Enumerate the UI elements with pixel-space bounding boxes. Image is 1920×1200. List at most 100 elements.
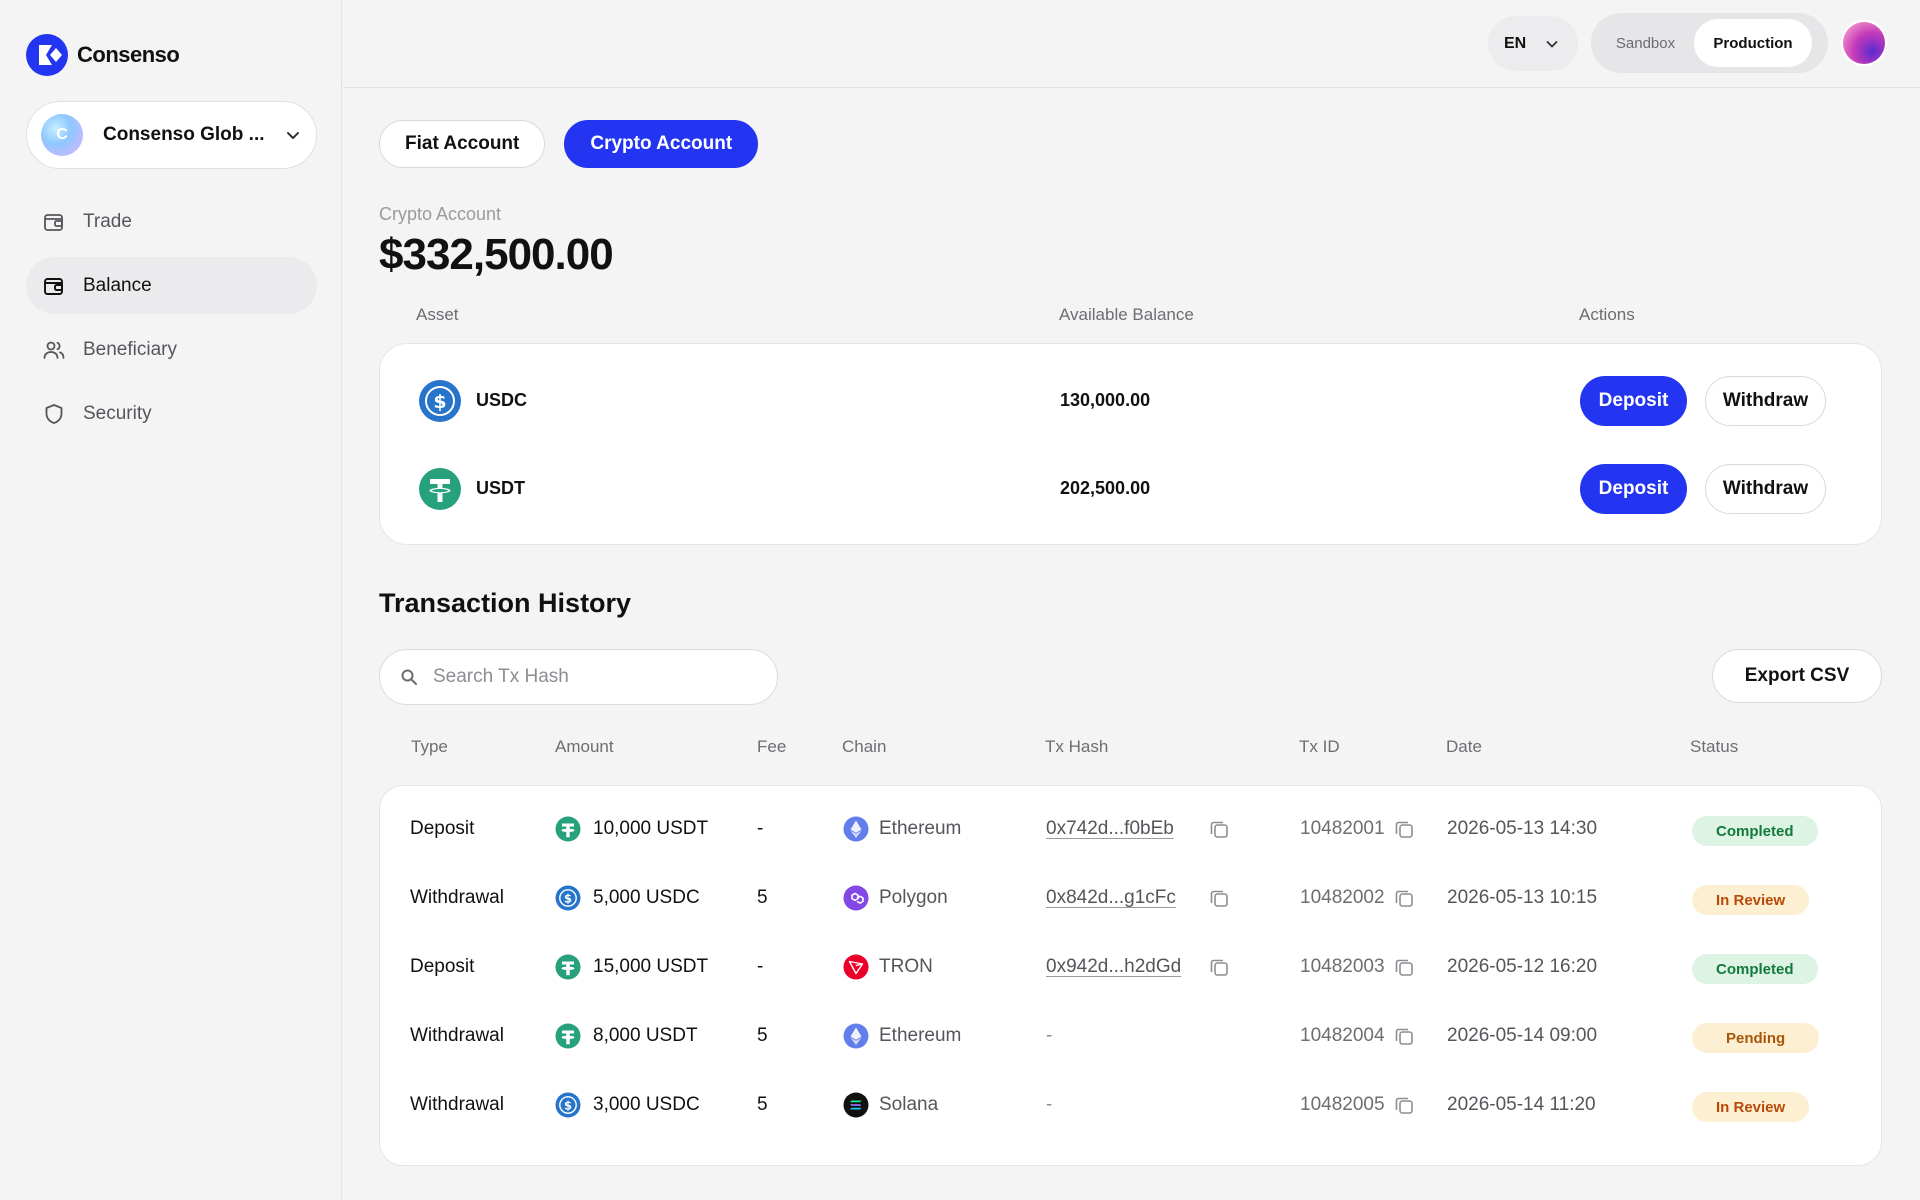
tx-chain-name: Solana bbox=[879, 1094, 939, 1115]
tx-amount-value: 15,000 USDT bbox=[593, 956, 709, 977]
tx-hash-link[interactable]: 0x942d...h2dGd bbox=[1046, 956, 1181, 978]
status-badge: Pending bbox=[1692, 1023, 1820, 1053]
tx-hash-link[interactable]: 0x742d...f0bEb bbox=[1046, 818, 1174, 840]
sidebar-item-beneficiary[interactable]: Beneficiary bbox=[26, 321, 317, 378]
transaction-history-title: Transaction History bbox=[379, 588, 632, 618]
tx-id: 10482005 bbox=[1300, 1094, 1415, 1116]
tx-id-value: 10482001 bbox=[1300, 818, 1385, 839]
status-badge: Completed bbox=[1692, 816, 1818, 846]
table-row[interactable]: Withdrawal 8,000 USDT 5 Ethereum - 10482… bbox=[380, 1007, 1881, 1067]
tab-fiat-account[interactable]: Fiat Account bbox=[379, 120, 546, 168]
withdraw-button[interactable]: Withdraw bbox=[1705, 464, 1826, 514]
tx-id-value: 10482004 bbox=[1300, 1025, 1385, 1046]
copy-icon[interactable] bbox=[1208, 956, 1230, 978]
tx-amount-value: 5,000 USDC bbox=[593, 887, 700, 908]
tx-id-value: 10482005 bbox=[1300, 1094, 1385, 1115]
tx-id: 10482002 bbox=[1300, 887, 1415, 909]
sidebar-nav: Trade Balance Beneficiary Security bbox=[26, 193, 317, 449]
tx-id: 10482001 bbox=[1300, 818, 1415, 840]
search-icon bbox=[401, 669, 417, 685]
account-tabs: Fiat Account Crypto Account bbox=[379, 120, 759, 168]
tx-hash-link[interactable]: 0x842d...g1cFc bbox=[1046, 887, 1176, 909]
account-total-balance: $332,500.00 bbox=[379, 230, 614, 279]
tx-type: Deposit bbox=[410, 818, 475, 839]
user-avatar[interactable] bbox=[1843, 22, 1885, 64]
tab-crypto-account[interactable]: Crypto Account bbox=[564, 120, 759, 168]
tx-date: 2026-05-13 10:15 bbox=[1447, 887, 1598, 908]
tx-hash-column-header: Tx Hash bbox=[1045, 737, 1109, 756]
svg-text:$: $ bbox=[564, 891, 572, 905]
tx-amount: $ 5,000 USDC bbox=[555, 885, 700, 911]
language-selector[interactable]: EN bbox=[1488, 16, 1578, 71]
tx-date: 2026-05-13 14:30 bbox=[1447, 818, 1598, 839]
account-label: Crypto Account bbox=[379, 204, 502, 224]
wallet-icon bbox=[44, 277, 63, 295]
table-row[interactable]: Withdrawal $ 5,000 USDC 5 Polygon 0x842d… bbox=[380, 869, 1881, 929]
deposit-button[interactable]: Deposit bbox=[1580, 464, 1687, 514]
deposit-button[interactable]: Deposit bbox=[1580, 376, 1687, 426]
copy-icon[interactable] bbox=[1393, 1094, 1415, 1116]
tx-amount-value: 10,000 USDT bbox=[593, 818, 709, 839]
tx-chain: TRON bbox=[843, 954, 933, 980]
tx-hash-search bbox=[379, 649, 778, 705]
tx-hash-empty: - bbox=[1046, 1025, 1053, 1046]
org-switcher[interactable]: C Consenso Glob ... bbox=[26, 101, 317, 169]
sidebar-item-trade[interactable]: Trade bbox=[26, 193, 317, 250]
search-input[interactable] bbox=[433, 666, 753, 688]
language-label: EN bbox=[1504, 34, 1527, 52]
table-row[interactable]: Deposit 10,000 USDT - Ethereum 0x742d...… bbox=[380, 800, 1881, 860]
env-sandbox-option[interactable]: Sandbox bbox=[1597, 19, 1694, 67]
sidebar-item-label: Security bbox=[83, 402, 152, 424]
copy-icon[interactable] bbox=[1393, 887, 1415, 909]
tx-date: 2026-05-12 16:20 bbox=[1447, 956, 1598, 977]
brand-logo[interactable]: Consenso bbox=[25, 33, 180, 77]
asset-available-balance: 130,000.00 bbox=[1060, 390, 1151, 410]
tx-fee: 5 bbox=[757, 887, 768, 908]
usdc-icon: $ bbox=[555, 885, 581, 911]
asset-row: USDT 202,500.00 Deposit Withdraw bbox=[380, 445, 1881, 533]
table-row[interactable]: Withdrawal $ 3,000 USDC 5 Solana - 10482… bbox=[380, 1076, 1881, 1136]
status-badge: Completed bbox=[1692, 954, 1818, 984]
shield-icon bbox=[45, 403, 63, 424]
chevron-down-icon bbox=[287, 132, 299, 139]
tx-id-value: 10482003 bbox=[1300, 956, 1385, 977]
fee-column-header: Fee bbox=[757, 737, 787, 756]
usdc-icon: $ bbox=[419, 380, 461, 422]
environment-toggle: Sandbox Production bbox=[1591, 13, 1828, 73]
withdraw-button[interactable]: Withdraw bbox=[1705, 376, 1826, 426]
chevron-down-icon bbox=[1546, 40, 1558, 47]
table-row[interactable]: Deposit 15,000 USDT - TRON 0x942d...h2dG… bbox=[380, 938, 1881, 998]
solana-icon bbox=[843, 1092, 869, 1118]
actions-column-header: Actions bbox=[1579, 305, 1635, 324]
env-production-option[interactable]: Production bbox=[1694, 19, 1812, 67]
tx-date: 2026-05-14 11:20 bbox=[1447, 1094, 1596, 1115]
ethereum-icon bbox=[843, 816, 869, 842]
tx-chain-name: Ethereum bbox=[879, 1025, 962, 1046]
copy-icon[interactable] bbox=[1393, 818, 1415, 840]
tx-type: Withdrawal bbox=[410, 1025, 504, 1046]
topbar: EN Sandbox Production bbox=[343, 0, 1920, 88]
sidebar-item-security[interactable]: Security bbox=[26, 385, 317, 442]
asset-symbol: USDC bbox=[476, 390, 528, 410]
copy-icon[interactable] bbox=[1393, 1025, 1415, 1047]
tx-id: 10482004 bbox=[1300, 1025, 1415, 1047]
export-csv-button[interactable]: Export CSV bbox=[1712, 649, 1882, 703]
tx-amount: 15,000 USDT bbox=[555, 954, 708, 980]
date-column-header: Date bbox=[1446, 737, 1482, 756]
status-badge: In Review bbox=[1692, 885, 1810, 915]
tx-fee: - bbox=[757, 818, 764, 839]
transaction-table: Deposit 10,000 USDT - Ethereum 0x742d...… bbox=[379, 785, 1882, 1166]
tx-type: Deposit bbox=[410, 956, 475, 977]
tx-amount-value: 3,000 USDC bbox=[593, 1094, 700, 1115]
copy-icon[interactable] bbox=[1208, 887, 1230, 909]
tx-chain: Solana bbox=[843, 1092, 938, 1118]
sidebar-item-balance[interactable]: Balance bbox=[26, 257, 317, 314]
sidebar-item-label: Trade bbox=[83, 210, 132, 232]
brand-name: Consenso bbox=[77, 42, 180, 67]
copy-icon[interactable] bbox=[1208, 818, 1230, 840]
tx-amount-value: 8,000 USDT bbox=[593, 1025, 698, 1046]
usdc-icon: $ bbox=[555, 1092, 581, 1118]
copy-icon[interactable] bbox=[1393, 956, 1415, 978]
org-name: Consenso Glob ... bbox=[103, 124, 265, 145]
usdt-icon bbox=[555, 1023, 581, 1049]
